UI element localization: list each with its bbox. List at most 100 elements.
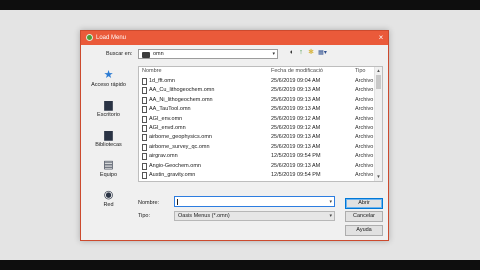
file-icon bbox=[142, 143, 147, 151]
file-date: 25/6/2019 09:04 AM bbox=[271, 78, 321, 84]
place-item[interactable]: ▆ Escritorio bbox=[86, 98, 131, 126]
star-icon: ★ bbox=[103, 69, 114, 81]
file-row[interactable]: AA_Cu_lithogeochem.omn 25/6/2019 09:13 AM… bbox=[139, 86, 375, 95]
file-type: Archivo bbox=[355, 115, 374, 122]
chevron-down-icon[interactable]: ▾ bbox=[329, 199, 332, 205]
text-caret bbox=[177, 199, 178, 205]
new-folder-icon[interactable]: ✱ bbox=[307, 48, 315, 58]
file-type-select[interactable]: Oasis Menus (*.omn) ▾ bbox=[174, 211, 335, 221]
file-type: Archivo bbox=[355, 78, 374, 84]
file-date: 25/6/2019 09:13 AM bbox=[271, 162, 321, 169]
back-icon[interactable]: ◐ bbox=[288, 48, 296, 58]
file-type: Archivo bbox=[355, 96, 374, 103]
file-type: Archivo bbox=[355, 134, 374, 141]
look-in-value: omn bbox=[153, 51, 164, 57]
place-label: Red bbox=[103, 202, 114, 208]
title-bar[interactable]: Load Menu × bbox=[81, 31, 388, 45]
file-type: Archivo bbox=[355, 153, 374, 160]
scroll-up-icon[interactable]: ▲ bbox=[375, 67, 382, 75]
file-name: AA_TauTool.omn bbox=[149, 106, 191, 113]
file-list[interactable]: Nombre Fecha de modificación Tipo 1d_fft… bbox=[138, 66, 383, 182]
file-icon bbox=[142, 115, 147, 123]
file-type-value: Oasis Menus (*.omn) bbox=[178, 213, 230, 219]
view-menu-icon[interactable]: ▦▾ bbox=[317, 48, 328, 58]
open-button[interactable]: Abrir bbox=[345, 198, 383, 209]
file-row[interactable]: airborne_survey_qc.omn 25/6/2019 09:13 AM… bbox=[139, 143, 375, 152]
load-menu-dialog: Load Menu × Buscar en: omn ▾ ◐ ↑ ✱ ▦▾ ★ A… bbox=[80, 30, 389, 241]
file-name-input[interactable]: ▾ bbox=[174, 196, 335, 207]
file-name-label: Nombre: bbox=[138, 200, 160, 206]
place-item[interactable]: ▤ Equipo bbox=[86, 158, 131, 186]
dialog-title: Load Menu bbox=[96, 35, 127, 41]
place-label: Equipo bbox=[99, 172, 118, 178]
chevron-down-icon[interactable]: ▾ bbox=[272, 51, 275, 58]
file-row[interactable]: 1d_fft.omn 25/6/2019 09:04 AM Archivo bbox=[139, 77, 375, 86]
column-header-name[interactable]: Nombre bbox=[142, 67, 252, 75]
file-icon bbox=[142, 96, 147, 104]
scroll-thumb[interactable] bbox=[376, 75, 381, 89]
file-type: Archivo bbox=[355, 172, 374, 178]
file-name: AA_Ni_lithogeochem.omn bbox=[149, 96, 213, 103]
place-label: Escritorio bbox=[97, 112, 120, 118]
file-date: 12/5/2019 09:54 PM bbox=[271, 172, 321, 178]
file-row[interactable]: airborne_geophysics.omn 25/6/2019 09:13 A… bbox=[139, 133, 375, 142]
folder-icon bbox=[142, 52, 150, 58]
file-name: Austin_gravity.omn bbox=[149, 172, 196, 178]
file-type: Archivo bbox=[355, 143, 374, 150]
chevron-down-icon[interactable]: ▾ bbox=[329, 213, 332, 220]
file-date: 25/6/2019 09:12 AM bbox=[271, 115, 321, 122]
file-date: 25/6/2019 09:13 AM bbox=[271, 134, 321, 141]
libraries-icon: ▆ bbox=[104, 129, 113, 141]
letterbox-bottom bbox=[0, 260, 480, 270]
file-type: Archivo bbox=[355, 125, 374, 131]
file-icon bbox=[142, 153, 147, 161]
place-item[interactable]: ◉ Red bbox=[86, 188, 131, 216]
look-in-combo[interactable]: omn ▾ bbox=[138, 49, 278, 59]
file-type-label: Tipo: bbox=[138, 213, 151, 219]
file-date: 25/6/2019 09:12 AM bbox=[271, 125, 321, 131]
column-header-type[interactable]: Tipo bbox=[355, 67, 375, 75]
list-header: Nombre Fecha de modificación Tipo bbox=[139, 67, 375, 75]
file-row[interactable]: AGI_envd.omn 25/6/2019 09:12 AM Archivo bbox=[139, 124, 375, 133]
file-icon bbox=[142, 172, 147, 179]
file-icon bbox=[142, 125, 147, 132]
column-header-date[interactable]: Fecha de modificación bbox=[271, 67, 323, 75]
desktop-icon: ▆ bbox=[104, 99, 113, 111]
file-name: AA_Cu_lithogeochem.omn bbox=[149, 87, 215, 94]
file-name: 1d_fft.omn bbox=[149, 78, 175, 84]
file-icon bbox=[142, 106, 147, 114]
cancel-button[interactable]: Cancelar bbox=[345, 211, 383, 222]
file-row[interactable]: AGI_env.omn 25/6/2019 09:12 AM Archivo bbox=[139, 115, 375, 124]
file-row[interactable]: airgrav.omn 12/5/2019 09:54 PM Archivo bbox=[139, 152, 375, 161]
file-date: 25/6/2019 09:13 AM bbox=[271, 87, 321, 94]
place-item[interactable]: ▆ Bibliotecas bbox=[86, 128, 131, 156]
help-button[interactable]: Ayuda bbox=[345, 225, 383, 236]
file-row[interactable]: AA_TauTool.omn 25/6/2019 09:13 AM Archivo bbox=[139, 105, 375, 114]
file-row[interactable]: Austin_gravity.omn 12/5/2019 09:54 PM Arch… bbox=[139, 171, 375, 180]
places-bar: ★ Acceso rápido ▆ Escritorio ▆ Bibliotecas ▤ Eq… bbox=[86, 68, 131, 216]
place-label: Bibliotecas bbox=[95, 142, 122, 148]
look-in-label: Buscar en: bbox=[106, 51, 133, 57]
file-type: Archivo bbox=[355, 106, 374, 113]
file-name: airgrav.omn bbox=[149, 153, 178, 160]
place-item[interactable]: ★ Acceso rápido bbox=[86, 68, 131, 96]
file-type: Archivo bbox=[355, 162, 374, 169]
file-name: airborne_survey_qc.omn bbox=[149, 143, 210, 150]
up-folder-icon[interactable]: ↑ bbox=[297, 48, 305, 58]
file-icon bbox=[142, 134, 147, 142]
file-row[interactable]: Angio-Geochem.omn 25/6/2019 09:13 AM Archi… bbox=[139, 162, 375, 171]
file-date: 25/6/2019 09:13 AM bbox=[271, 96, 321, 103]
close-button[interactable]: × bbox=[374, 31, 388, 45]
computer-icon: ▤ bbox=[103, 159, 114, 171]
letterbox-top bbox=[0, 0, 480, 10]
file-type: Archivo bbox=[355, 87, 374, 94]
file-date: 25/6/2019 09:13 AM bbox=[271, 143, 321, 150]
file-name: Angio-Geochem.omn bbox=[149, 162, 201, 169]
file-icon bbox=[142, 87, 147, 95]
vertical-scrollbar[interactable]: ▲ ▼ bbox=[374, 67, 382, 181]
file-row[interactable]: AA_Ni_lithogeochem.omn 25/6/2019 09:13 AM… bbox=[139, 96, 375, 105]
file-date: 12/5/2019 09:54 PM bbox=[271, 153, 321, 160]
file-icon bbox=[142, 78, 147, 85]
file-name: airborne_geophysics.omn bbox=[149, 134, 212, 141]
scroll-down-icon[interactable]: ▼ bbox=[375, 173, 382, 181]
